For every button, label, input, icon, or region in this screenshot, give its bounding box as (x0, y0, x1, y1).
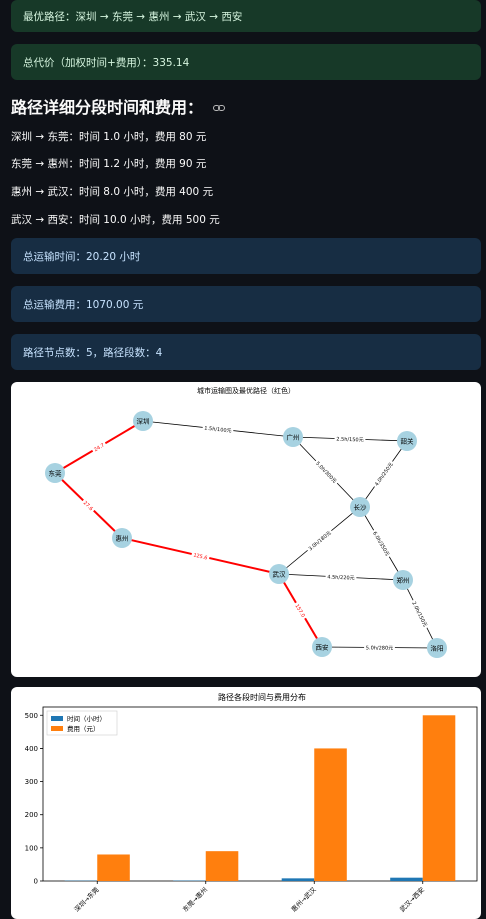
transport-graph: 城市运输图及最优路径（红色） 1.5h/100元2.5h/150元5.0h/30… (45, 386, 447, 658)
total-time-text: 总运输时间：20.20 小时 (23, 250, 141, 263)
bar (281, 878, 315, 881)
segment-line: 武汉 → 西安：时间 10.0 小时，费用 500 元 (11, 214, 220, 226)
total-fee-alert: 总运输费用：1070.00 元 (11, 286, 481, 322)
best-path-text: 最优路径：深圳 → 东莞 → 惠州 → 武汉 → 西安 (23, 10, 243, 23)
total-cost-alert: 总代价（加权时间+费用）：335.14 (11, 44, 481, 80)
y-tick-label: 500 (25, 712, 38, 720)
y-tick-label: 400 (25, 745, 38, 753)
x-tick-label: 东莞→惠州 (181, 885, 210, 914)
node-label: 惠州 (116, 534, 129, 543)
y-tick-label: 0 (34, 878, 38, 886)
detail-heading: 路径详细分段时间和费用： (11, 94, 226, 118)
bar (422, 715, 456, 881)
legend-swatch (51, 716, 63, 721)
edge-label: 4.0h/250元 (374, 462, 395, 488)
edge-label: 4.5h/220元 (327, 574, 355, 581)
segment-line: 东莞 → 惠州：时间 1.2 小时，费用 90 元 (11, 158, 207, 170)
legend-label: 时间（小时） (67, 714, 106, 723)
node-label: 西安 (316, 643, 330, 652)
anchor-link-icon[interactable] (213, 97, 226, 116)
edge-label: 3.0h/180元 (308, 530, 333, 552)
bar (205, 851, 239, 881)
legend: 时间（小时）费用（元） (46, 710, 118, 736)
node-label: 深圳 (137, 417, 150, 426)
best-path-alert: 最优路径：深圳 → 东莞 → 惠州 → 武汉 → 西安 (11, 0, 481, 32)
node-label: 洛阳 (431, 644, 444, 653)
graph-panel: 城市运输图及最优路径（红色） 1.5h/100元 2.5h/150元 5.0h/30… (11, 382, 481, 677)
x-tick-label: 深圳→东莞 (72, 885, 101, 914)
y-tick-label: 300 (25, 778, 38, 786)
graph-title: 城市运输图及最优路径（红色） (197, 386, 295, 395)
y-tick-label: 100 (25, 844, 38, 852)
total-time-alert: 总运输时间：20.20 小时 (11, 238, 481, 274)
legend-swatch (51, 726, 63, 731)
segment-line: 深圳 → 东莞：时间 1.0 小时，费用 80 元 (11, 131, 207, 143)
node-label: 东莞 (49, 469, 63, 478)
edge-label: 6.0h/350元 (371, 531, 390, 558)
x-tick-label: 武汉→西安 (398, 885, 427, 914)
x-tick-label: 惠州→武汉 (289, 885, 318, 914)
y-tick-label: 200 (25, 811, 38, 819)
node-label: 郑州 (397, 577, 410, 585)
total-fee-text: 总运输费用：1070.00 元 (23, 298, 144, 311)
segment-line: 惠州 → 武汉：时间 8.0 小时，费用 400 元 (11, 186, 214, 198)
edge-label: 157.0 (293, 603, 305, 618)
chart-title: 路径各段时间与费用分布 (218, 692, 306, 702)
edge-label: 2.5h/150元 (336, 437, 364, 444)
node-label: 长沙 (354, 503, 368, 512)
bar (390, 877, 423, 881)
bar-chart: 路径各段时间与费用分布 0 100 200 300 400 500 深圳→东莞 东莞→惠州 惠州… (25, 692, 478, 914)
chart-panel: 路径各段时间与费用分布 0 100 200 300 400 500 深圳→东莞 东莞→惠州 惠州… (11, 687, 481, 919)
legend-label: 费用（元） (67, 724, 100, 733)
edge-label: 5.0h/280元 (366, 645, 393, 651)
edge-label: 5.0h/300元 (314, 461, 337, 485)
node-label: 广州 (287, 433, 300, 442)
bar (314, 748, 347, 881)
path-stats-text: 路径节点数：5，路径段数：4 (23, 346, 163, 359)
path-stats-alert: 路径节点数：5，路径段数：4 (11, 334, 481, 370)
node-label: 武汉 (273, 570, 287, 579)
total-cost-text: 总代价（加权时间+费用）：335.14 (23, 56, 190, 69)
detail-heading-text: 路径详细分段时间和费用： (11, 98, 204, 117)
node-label: 韶关 (401, 437, 415, 446)
bar (97, 854, 130, 881)
